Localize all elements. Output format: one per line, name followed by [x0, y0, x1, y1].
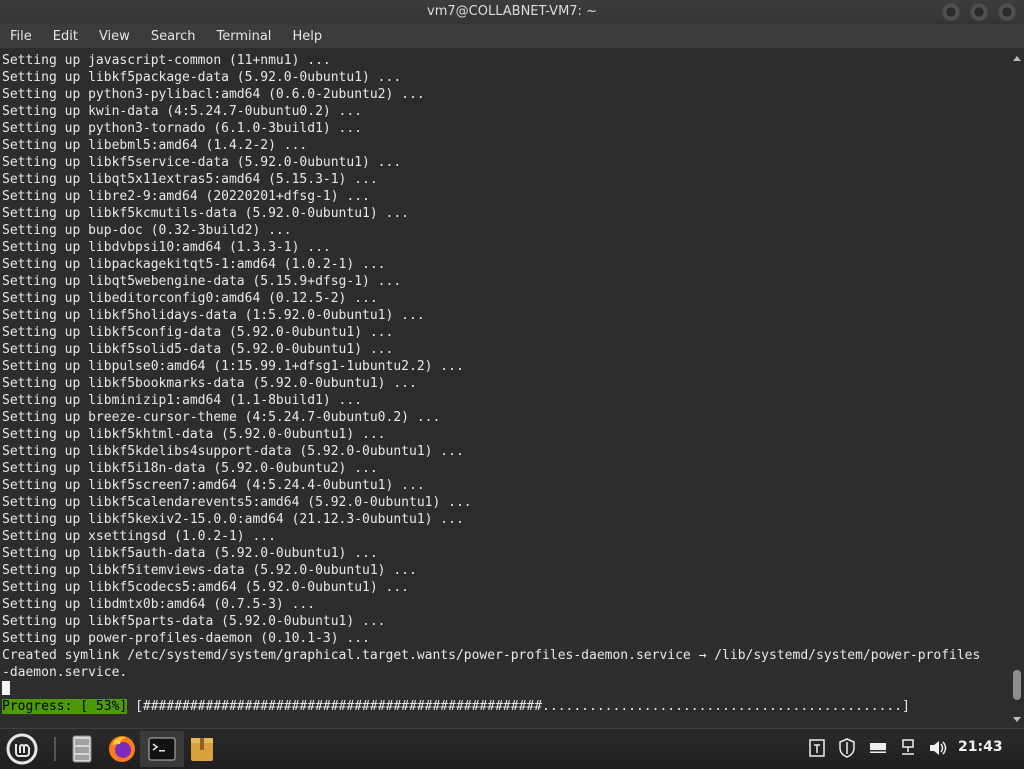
taskbar-separator [54, 737, 56, 761]
terminal-line: Setting up libqt5x11extras5:amd64 (5.15.… [2, 172, 378, 187]
terminal-line: Setting up libkf5kdelibs4support-data (5… [2, 444, 464, 459]
progress-bar: [#######################################… [135, 699, 910, 714]
terminal-line: Setting up libkf5bookmarks-data (5.92.0-… [2, 376, 417, 391]
keyboard-layout-icon[interactable] [806, 737, 828, 759]
terminal-scrollbar[interactable] [1010, 48, 1024, 728]
menu-file[interactable]: File [10, 29, 32, 44]
terminal-line: Setting up bup-doc (0.32-3build2) ... [2, 223, 292, 238]
terminal-line: Setting up libkf5screen7:amd64 (4:5.24.4… [2, 478, 425, 493]
files-icon[interactable] [66, 733, 98, 765]
progress-label: Progress: [ 53%] [2, 699, 128, 714]
menu-search[interactable]: Search [151, 29, 196, 44]
taskbar-clock[interactable]: 21:43 [958, 739, 1003, 755]
shield-icon[interactable] [836, 737, 858, 759]
terminal-line: Setting up libminizip1:amd64 (1.1-8build… [2, 393, 363, 408]
terminal-line: Setting up libkf5calendarevents5:amd64 (… [2, 495, 472, 510]
terminal-line: Setting up libdmtx0b:amd64 (0.7.5-3) ... [2, 597, 316, 612]
terminal-line: Setting up libre2-9:amd64 (20220201+dfsg… [2, 189, 370, 204]
firefox-icon[interactable] [106, 733, 138, 765]
linux-mint-menu-icon[interactable] [6, 733, 38, 765]
taskbar: 21:43 [0, 728, 1024, 769]
terminal-line: -daemon.service. [2, 665, 128, 680]
terminal-lines: Setting up javascript-common (11+nmu1) .… [2, 52, 980, 698]
scroll-down-arrow-icon[interactable] [1013, 717, 1021, 722]
text-cursor [2, 681, 10, 695]
terminal-line: Setting up python3-pylibacl:amd64 (0.6.0… [2, 87, 425, 102]
terminal-line: Setting up kwin-data (4:5.24.7-0ubuntu0.… [2, 104, 363, 119]
terminal-line: Setting up power-profiles-daemon (0.10.1… [2, 631, 370, 646]
terminal-line: Setting up libkf5khtml-data (5.92.0-0ubu… [2, 427, 386, 442]
archive-manager-icon[interactable] [186, 733, 218, 765]
terminal-line: Setting up libkf5config-data (5.92.0-0ub… [2, 325, 394, 340]
terminal-line: Setting up xsettingsd (1.0.2-1) ... [2, 529, 276, 544]
volume-icon[interactable] [927, 737, 949, 759]
menu-view[interactable]: View [99, 29, 130, 44]
window-titlebar[interactable]: vm7@COLLABNET-VM7: ~ [0, 0, 1024, 24]
terminal-output-area[interactable]: Setting up javascript-common (11+nmu1) .… [0, 48, 1010, 728]
terminal-line: Setting up libpulse0:amd64 (1:15.99.1+df… [2, 359, 464, 374]
minimize-button[interactable] [942, 3, 960, 21]
terminal-line: Setting up libkf5parts-data (5.92.0-0ubu… [2, 614, 386, 629]
terminal-line: Setting up libkf5auth-data (5.92.0-0ubun… [2, 546, 378, 561]
terminal-line: Setting up breeze-cursor-theme (4:5.24.7… [2, 410, 441, 425]
terminal-line: Setting up libkf5holidays-data (1:5.92.0… [2, 308, 425, 323]
terminal-line: Setting up libkf5kexiv2-15.0.0:amd64 (21… [2, 512, 464, 527]
terminal-line: Setting up python3-tornado (6.1.0-3build… [2, 121, 363, 136]
terminal-line: Setting up libkf5itemviews-data (5.92.0-… [2, 563, 417, 578]
terminal-line: Setting up libkf5i18n-data (5.92.0-0ubun… [2, 461, 378, 476]
terminal-line: Setting up libkf5kcmutils-data (5.92.0-0… [2, 206, 409, 221]
terminal-line: Setting up libqt5webengine-data (5.15.9+… [2, 274, 402, 289]
terminal-line: Created symlink /etc/systemd/system/grap… [2, 648, 981, 663]
terminal-line: Setting up libkf5codecs5:amd64 (5.92.0-0… [2, 580, 409, 595]
terminal-line: Setting up javascript-common (11+nmu1) .… [2, 53, 331, 68]
menu-terminal[interactable]: Terminal [216, 29, 271, 44]
terminal-cursor-line [2, 681, 980, 698]
terminal-line: Setting up libebml5:amd64 (1.4.2-2) ... [2, 138, 308, 153]
close-button[interactable] [998, 3, 1016, 21]
display-icon[interactable] [867, 737, 889, 759]
terminal-line: Setting up libdvbpsi10:amd64 (1.3.3-1) .… [2, 240, 331, 255]
terminal-icon[interactable] [146, 733, 178, 765]
scroll-up-arrow-icon[interactable] [1013, 56, 1021, 61]
window-title: vm7@COLLABNET-VM7: ~ [427, 4, 597, 19]
terminal-line: Setting up libpackagekitqt5-1:amd64 (1.0… [2, 257, 386, 272]
menu-edit[interactable]: Edit [53, 29, 78, 44]
scroll-thumb[interactable] [1013, 670, 1021, 700]
network-icon[interactable] [897, 737, 919, 759]
menu-bar: File Edit View Search Terminal Help [0, 24, 1024, 48]
terminal-line: Setting up libeditorconfig0:amd64 (0.12.… [2, 291, 378, 306]
maximize-button[interactable] [970, 3, 988, 21]
terminal-line: Setting up libkf5solid5-data (5.92.0-0ub… [2, 342, 394, 357]
terminal-line: Setting up libkf5package-data (5.92.0-0u… [2, 70, 402, 85]
terminal-line: Setting up libkf5service-data (5.92.0-0u… [2, 155, 402, 170]
progress-line: Progress: [ 53%] [######################… [2, 698, 910, 715]
menu-help[interactable]: Help [292, 29, 322, 44]
